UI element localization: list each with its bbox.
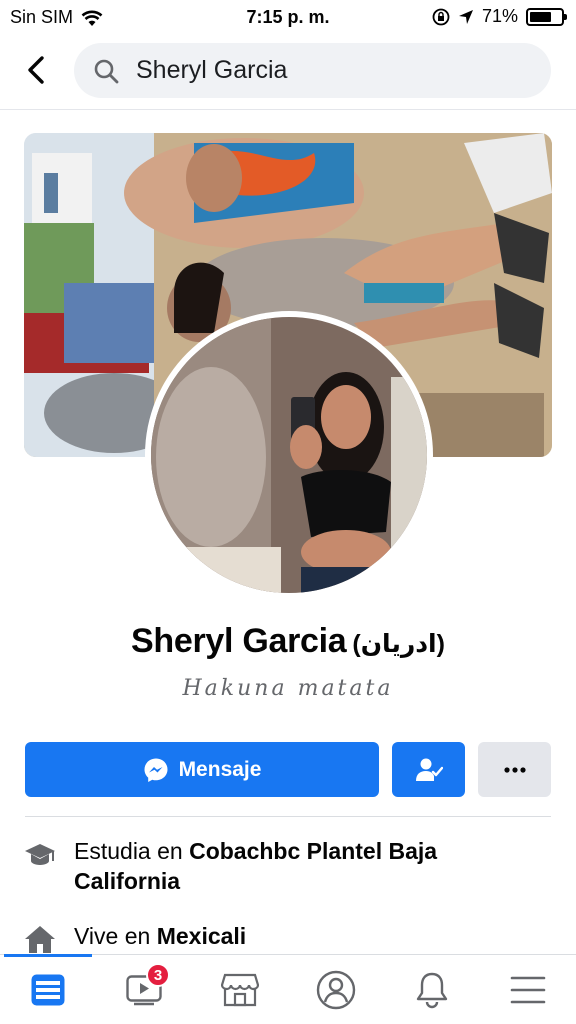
battery-level [530, 11, 552, 22]
location-prefix: Vive en [74, 923, 157, 949]
status-bar: Sin SIM 7:15 p. m. 71% [0, 0, 576, 34]
nav-notifications[interactable] [384, 955, 480, 1024]
search-input[interactable]: Sheryl Garcia [74, 43, 551, 98]
video-notification-badge: 3 [146, 963, 170, 987]
nav-marketplace[interactable] [192, 955, 288, 1024]
battery-percent: 71% [481, 6, 518, 26]
messenger-icon [144, 758, 168, 782]
search-header: Sheryl Garcia [0, 34, 576, 110]
search-query: Sheryl Garcia [136, 56, 288, 84]
profile-icon [316, 970, 356, 1009]
education-prefix: Estudia en [74, 838, 190, 864]
marketplace-icon [221, 973, 259, 1006]
nav-menu[interactable] [480, 955, 576, 1024]
battery-icon [526, 7, 567, 26]
more-options-button[interactable] [478, 742, 551, 797]
profile-name: Sheryl Garcia [131, 622, 347, 660]
location-place[interactable]: Mexicali [157, 923, 247, 949]
profile-alternate-name: (ادريان) [352, 630, 445, 658]
nav-profile[interactable] [288, 955, 384, 1024]
info-location: Vive en Mexicali [24, 921, 544, 955]
avatar-image [151, 317, 427, 593]
location-text: Vive en Mexicali [74, 921, 246, 955]
menu-icon [510, 976, 546, 1003]
bell-icon [416, 972, 448, 1008]
message-button-label: Mensaje [178, 757, 262, 781]
nav-video[interactable]: 3 [96, 955, 192, 1024]
section-divider [25, 816, 551, 817]
bottom-navigation: 3 [0, 954, 576, 1024]
graduation-cap-icon [25, 844, 55, 865]
user-check-icon [415, 758, 443, 781]
rotation-lock-icon [432, 8, 450, 25]
back-button[interactable] [18, 52, 54, 88]
profile-name-row: Sheryl Garcia (ادريان) [0, 622, 576, 661]
status-right: 71% [432, 6, 567, 27]
education-text: Estudia en Cobachbc Plantel Baja Califor… [74, 836, 544, 896]
location-arrow-icon [458, 9, 473, 24]
feed-icon [31, 974, 65, 1005]
more-horizontal-icon [503, 766, 526, 773]
message-button[interactable]: Mensaje [25, 742, 379, 797]
friends-button[interactable] [392, 742, 465, 797]
profile-avatar[interactable] [145, 311, 433, 599]
nav-feed[interactable] [0, 955, 96, 1024]
profile-bio: Hakuna matata [182, 676, 394, 701]
chevron-left-icon [28, 56, 44, 84]
search-icon [92, 57, 120, 85]
home-icon [25, 926, 55, 953]
info-education: Estudia en Cobachbc Plantel Baja Califor… [24, 836, 544, 896]
